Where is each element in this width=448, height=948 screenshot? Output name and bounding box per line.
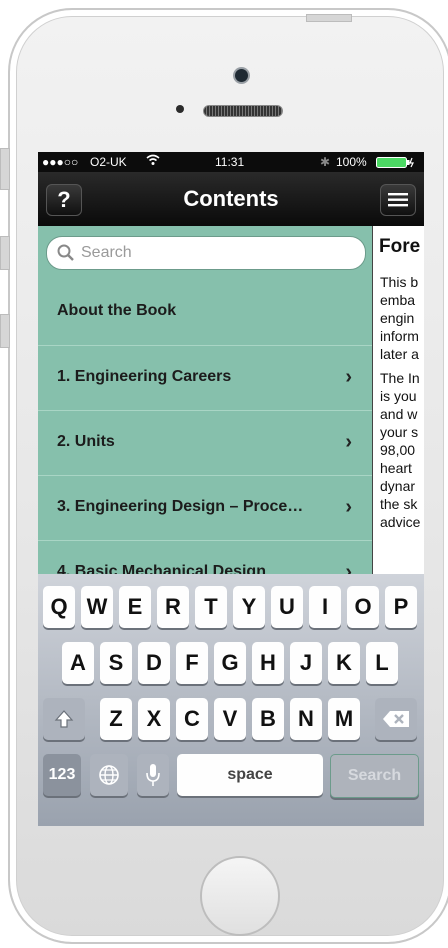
list-item-label: About the Book	[57, 302, 177, 319]
preview-line: emba	[380, 292, 416, 308]
chevron-right-icon: ›	[345, 431, 352, 453]
menu-button[interactable]	[380, 184, 416, 216]
key-q[interactable]: Q	[43, 586, 75, 628]
preview-line: is you	[380, 388, 417, 404]
key-v[interactable]: V	[214, 698, 246, 740]
key-c[interactable]: C	[176, 698, 208, 740]
key-u[interactable]: U	[271, 586, 303, 628]
power-button	[306, 14, 352, 22]
preview-line: dynar	[380, 478, 416, 494]
space-key[interactable]: space	[177, 754, 323, 796]
key-s[interactable]: S	[100, 642, 132, 684]
search-icon	[57, 244, 74, 261]
signal-dots: ●●●○○	[42, 155, 79, 169]
chevron-right-icon: ›	[345, 496, 352, 518]
status-bar: ●●●○○ O2-UK 11:31 ✱ 100%	[38, 152, 424, 172]
key-k[interactable]: K	[328, 642, 360, 684]
volume-down-button	[0, 314, 10, 348]
shift-icon	[54, 710, 74, 728]
key-n[interactable]: N	[290, 698, 322, 740]
key-a[interactable]: A	[62, 642, 94, 684]
shift-key[interactable]	[43, 698, 85, 740]
key-b[interactable]: B	[252, 698, 284, 740]
clock: 11:31	[215, 155, 245, 169]
list-item[interactable]: About the Book	[38, 280, 372, 344]
contents-list: Search About the Book 1. Engineering Car…	[38, 226, 372, 574]
key-d[interactable]: D	[138, 642, 170, 684]
key-h[interactable]: H	[252, 642, 284, 684]
key-g[interactable]: G	[214, 642, 246, 684]
wifi-icon	[146, 154, 160, 169]
preview-line: inform	[380, 328, 419, 344]
key-o[interactable]: O	[347, 586, 379, 628]
search-key[interactable]: Search	[330, 754, 419, 798]
key-y[interactable]: Y	[233, 586, 265, 628]
speaker-grille	[203, 105, 283, 117]
mute-switch	[0, 148, 10, 190]
volume-up-button	[0, 236, 10, 270]
preview-line: This b	[380, 274, 419, 290]
preview-line: The In	[380, 370, 420, 386]
delete-key[interactable]	[375, 698, 417, 740]
preview-line: engin	[380, 310, 415, 326]
list-item[interactable]: 3. Engineering Design – Proce… ›	[38, 475, 372, 540]
search-input[interactable]: Search	[46, 236, 366, 270]
nav-bar: ? Contents	[38, 172, 424, 226]
carrier-label: O2-UK	[90, 155, 127, 169]
backspace-icon	[383, 711, 409, 727]
list-item-label: 1. Engineering Careers	[57, 368, 232, 385]
screen: ●●●○○ O2-UK 11:31 ✱ 100% ? Contents Sear…	[38, 152, 424, 826]
key-e[interactable]: E	[119, 586, 151, 628]
list-item-label: 3. Engineering Design – Proce…	[57, 498, 304, 515]
globe-key[interactable]	[90, 754, 128, 796]
key-t[interactable]: T	[195, 586, 227, 628]
content-preview[interactable]: Fore This b emba engin inform later a Th…	[372, 226, 424, 574]
key-w[interactable]: W	[81, 586, 113, 628]
key-m[interactable]: M	[328, 698, 360, 740]
key-z[interactable]: Z	[100, 698, 132, 740]
preview-line: advice	[380, 514, 421, 530]
key-x[interactable]: X	[138, 698, 170, 740]
dictation-key[interactable]	[137, 754, 169, 796]
key-l[interactable]: L	[366, 642, 398, 684]
list-item[interactable]: 2. Units ›	[38, 410, 372, 475]
camera-icon	[235, 69, 248, 82]
battery-icon	[376, 157, 416, 171]
key-f[interactable]: F	[176, 642, 208, 684]
search-placeholder: Search	[81, 244, 132, 261]
list-item-label: 2. Units	[57, 433, 115, 450]
sensor-icon	[176, 105, 184, 113]
preview-line: the sk	[380, 496, 418, 512]
bluetooth-icon: ✱	[320, 155, 331, 169]
list-item-label: 4. Basic Mechanical Design	[57, 563, 266, 574]
chevron-right-icon: ›	[345, 366, 352, 388]
key-j[interactable]: J	[290, 642, 322, 684]
battery-percent: 100%	[336, 155, 367, 169]
globe-icon	[99, 765, 119, 785]
numbers-key[interactable]: 123	[43, 754, 81, 796]
preview-line: heart	[380, 460, 412, 476]
menu-icon	[388, 193, 408, 207]
list-item[interactable]: 4. Basic Mechanical Design ›	[38, 540, 372, 574]
page-title: Contents	[183, 186, 279, 211]
list-item[interactable]: 1. Engineering Careers ›	[38, 345, 372, 410]
home-button[interactable]	[200, 856, 280, 936]
preview-line: your s	[380, 424, 419, 440]
preview-title: Fore	[379, 236, 421, 257]
key-r[interactable]: R	[157, 586, 189, 628]
chevron-right-icon: ›	[345, 561, 352, 574]
keyboard: Q W E R T Y U I O P A S D F G H J K L Z …	[38, 574, 424, 826]
preview-line: 98,00	[380, 442, 416, 458]
microphone-icon	[146, 764, 160, 786]
preview-line: and w	[380, 406, 418, 422]
preview-line: later a	[380, 346, 419, 362]
key-i[interactable]: I	[309, 586, 341, 628]
key-p[interactable]: P	[385, 586, 417, 628]
